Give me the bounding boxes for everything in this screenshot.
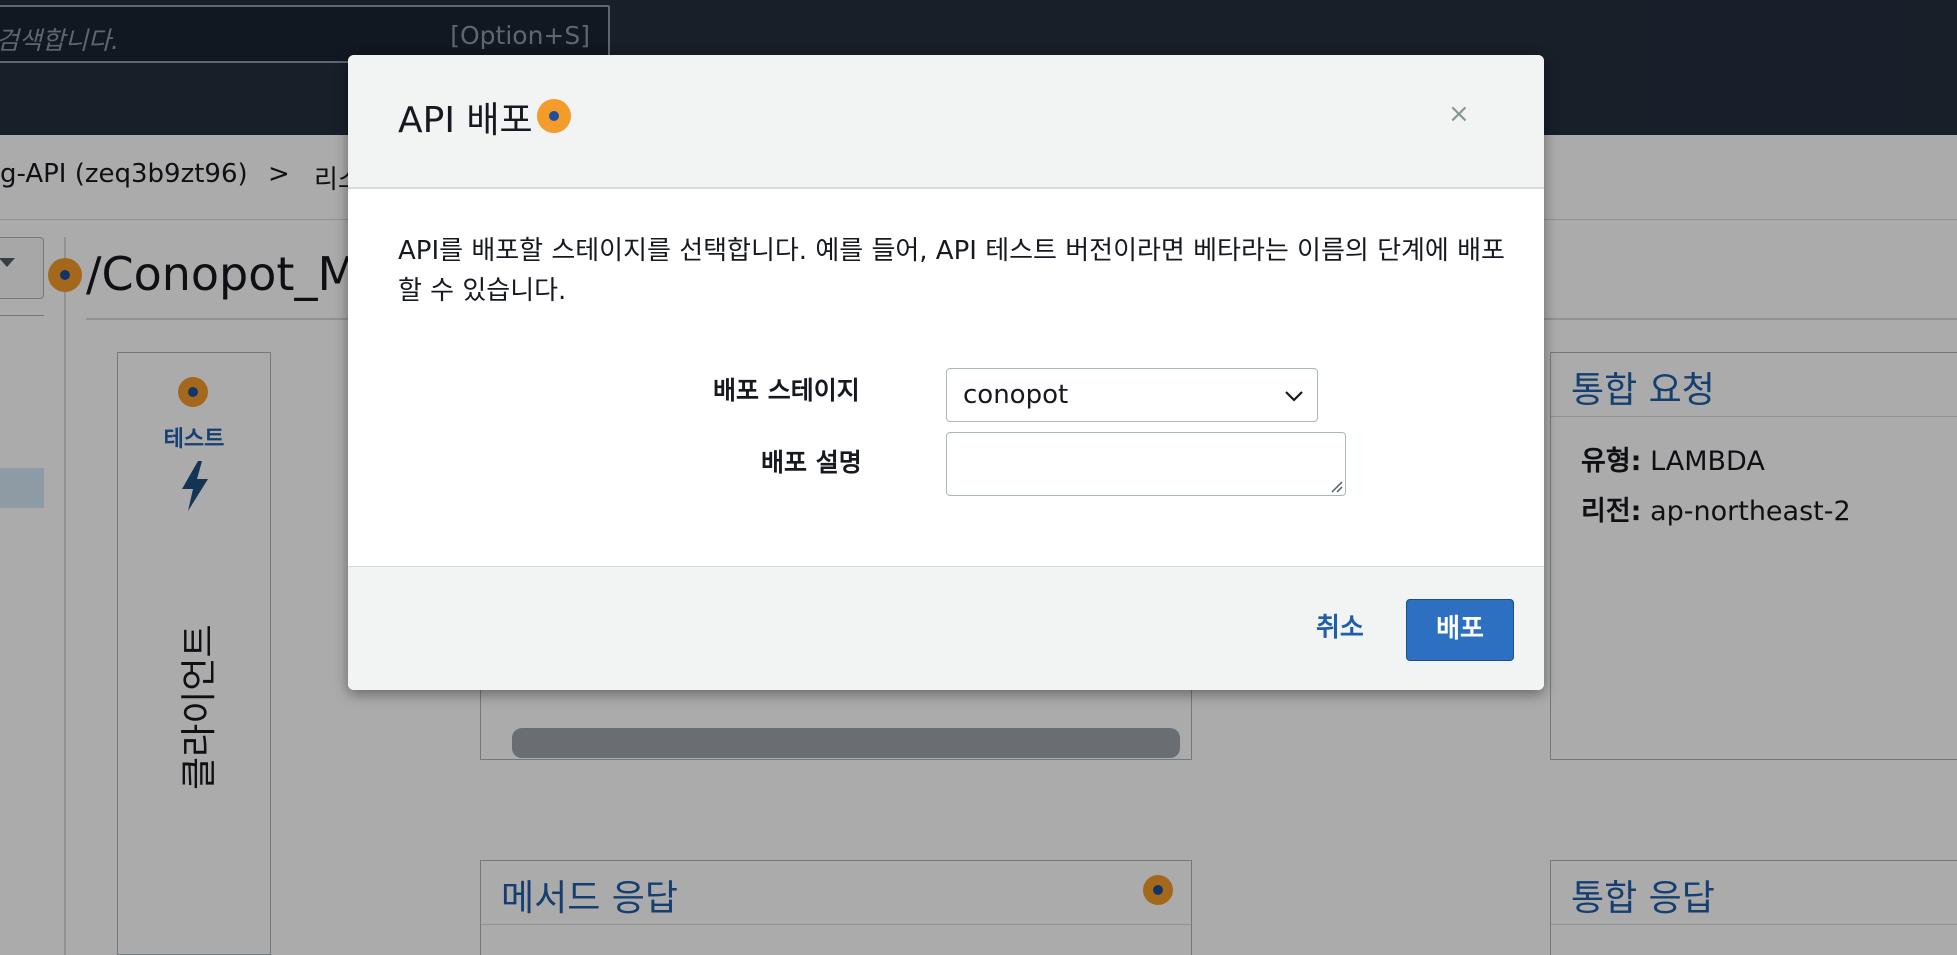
info-icon[interactable] <box>537 99 571 133</box>
deploy-stage-value: conopot <box>963 380 1069 410</box>
deploy-description-textarea[interactable] <box>946 432 1346 496</box>
resize-handle-icon[interactable] <box>1329 479 1343 493</box>
chevron-down-icon <box>1285 391 1303 402</box>
deploy-button[interactable]: 배포 <box>1406 599 1514 661</box>
cancel-button[interactable]: 취소 <box>1316 607 1364 644</box>
deploy-stage-label: 배포 스테이지 <box>713 376 860 405</box>
modal-description: API를 배포할 스테이지를 선택합니다. 예를 들어, API 테스트 버전이… <box>398 236 1505 306</box>
modal-header: API 배포 × <box>348 55 1544 189</box>
deploy-api-modal: API 배포 × API를 배포할 스테이지를 선택합니다. 예를 들어, AP… <box>348 55 1544 690</box>
modal-footer: 취소 배포 <box>348 566 1544 690</box>
modal-title: API 배포 <box>398 100 533 141</box>
close-icon[interactable]: × <box>1448 99 1470 129</box>
deploy-description-label: 배포 설명 <box>761 448 862 477</box>
deploy-stage-select[interactable]: conopot <box>946 368 1318 422</box>
